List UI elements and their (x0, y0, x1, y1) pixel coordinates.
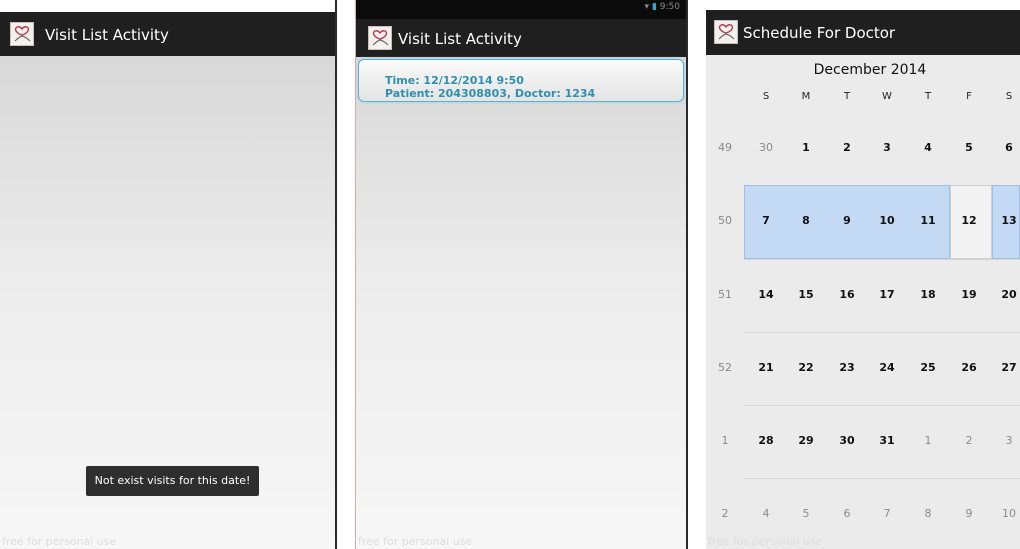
calendar-day[interactable]: 17 (867, 288, 907, 301)
calendar-day[interactable]: 2 (949, 434, 989, 447)
calendar-day[interactable]: 9 (949, 507, 989, 520)
calendar-day[interactable]: 16 (827, 288, 867, 301)
calendar-day[interactable]: 22 (786, 361, 826, 374)
visit-list-screen: ▾ ▮ 9:50 Visit List Activity Time: 12/12… (355, 0, 688, 549)
month-title: December 2014 (813, 62, 927, 78)
week-number: 2 (721, 507, 729, 520)
status-time: 9:50 (659, 2, 680, 12)
calendar-day[interactable]: 7 (746, 214, 786, 227)
battery-icon: ▮ (651, 2, 657, 12)
watermark: free for personal use (2, 535, 117, 548)
schedule-screen: Schedule For Doctor December 2014 S M T … (706, 0, 1020, 549)
calendar-day[interactable]: 24 (867, 361, 907, 374)
status-bar: ▾ ▮ 9:50 (356, 0, 686, 19)
status-bar (706, 0, 1020, 10)
calendar-day[interactable]: 23 (827, 361, 867, 374)
calendar-day[interactable]: 30 (827, 434, 867, 447)
calendar-day[interactable]: 18 (908, 288, 948, 301)
weekday-header: T (843, 91, 851, 102)
calendar-day[interactable]: 5 (786, 507, 826, 520)
calendar-day[interactable]: 26 (949, 361, 989, 374)
calendar-day[interactable]: 20 (989, 288, 1020, 301)
calendar-day[interactable]: 13 (989, 214, 1020, 227)
calendar-day[interactable]: 2 (827, 141, 867, 154)
app-logo-icon[interactable] (10, 22, 34, 46)
calendar-day[interactable]: 6 (827, 507, 867, 520)
visit-list-item[interactable]: Time: 12/12/2014 9:50 Patient: 204308803… (358, 59, 684, 102)
visit-list: Not exist visits for this date! free for… (0, 56, 335, 549)
visit-list-empty-screen: Visit List Activity Not exist visits for… (0, 0, 337, 549)
calendar-day[interactable]: 4 (746, 507, 786, 520)
watermark: free for personal use (358, 535, 473, 548)
calendar-day[interactable]: 9 (827, 214, 867, 227)
calendar-day[interactable]: 15 (786, 288, 826, 301)
calendar-day[interactable]: 25 (908, 361, 948, 374)
calendar-day[interactable]: 5 (949, 141, 989, 154)
calendar-day[interactable]: 7 (867, 507, 907, 520)
wifi-icon: ▾ (644, 2, 650, 12)
calendar-view[interactable]: December 2014 S M T W T F S 49 30 1 2 3 … (706, 55, 1020, 549)
app-logo-icon[interactable] (714, 20, 738, 44)
status-icons: ▾ ▮ 9:50 (645, 2, 680, 12)
weekday-header: W (882, 91, 892, 102)
calendar-day[interactable]: 8 (908, 507, 948, 520)
calendar-day[interactable]: 4 (908, 141, 948, 154)
watermark: free for personal use (708, 535, 823, 548)
status-bar (0, 0, 335, 12)
action-bar: Visit List Activity (0, 12, 335, 56)
calendar-day[interactable]: 3 (867, 141, 907, 154)
calendar-day[interactable]: 30 (746, 141, 786, 154)
screen-title: Schedule For Doctor (743, 24, 896, 42)
calendar-day[interactable]: 11 (908, 214, 948, 227)
calendar-day[interactable]: 27 (989, 361, 1020, 374)
screen-title: Visit List Activity (45, 26, 169, 44)
toast-message: Not exist visits for this date! (86, 466, 259, 496)
row-divider (744, 405, 1020, 406)
weekday-header: M (801, 91, 811, 102)
row-divider (744, 259, 1020, 260)
weekday-header: T (924, 91, 932, 102)
calendar-day[interactable]: 3 (989, 434, 1020, 447)
calendar-day[interactable]: 8 (786, 214, 826, 227)
calendar-day[interactable]: 31 (867, 434, 907, 447)
visit-time: Time: 12/12/2014 9:50 (385, 74, 524, 87)
weekday-header: F (966, 91, 972, 102)
action-bar: Schedule For Doctor (706, 10, 1020, 55)
week-number: 51 (718, 288, 732, 301)
calendar-day-focused[interactable]: 12 (949, 214, 989, 227)
calendar-day[interactable]: 1 (908, 434, 948, 447)
week-number: 52 (718, 361, 732, 374)
calendar-day[interactable]: 29 (786, 434, 826, 447)
week-number: 50 (718, 214, 732, 227)
calendar-day[interactable]: 10 (989, 507, 1020, 520)
visit-list: Time: 12/12/2014 9:50 Patient: 204308803… (356, 57, 686, 549)
calendar-day[interactable]: 28 (746, 434, 786, 447)
calendar-day[interactable]: 1 (786, 141, 826, 154)
weekday-header: S (1005, 91, 1013, 102)
visit-details: Patient: 204308803, Doctor: 1234 (385, 87, 596, 100)
week-number: 49 (718, 141, 732, 154)
calendar-day[interactable]: 14 (746, 288, 786, 301)
weekday-header: S (762, 91, 770, 102)
calendar-day[interactable]: 19 (949, 288, 989, 301)
calendar-day[interactable]: 10 (867, 214, 907, 227)
calendar-day[interactable]: 21 (746, 361, 786, 374)
screen-title: Visit List Activity (398, 30, 522, 48)
app-logo-icon[interactable] (368, 26, 392, 50)
week-number: 1 (721, 434, 729, 447)
calendar-day[interactable]: 6 (989, 141, 1020, 154)
action-bar: Visit List Activity (356, 19, 686, 57)
row-divider (744, 332, 1020, 333)
row-divider (744, 478, 1020, 479)
